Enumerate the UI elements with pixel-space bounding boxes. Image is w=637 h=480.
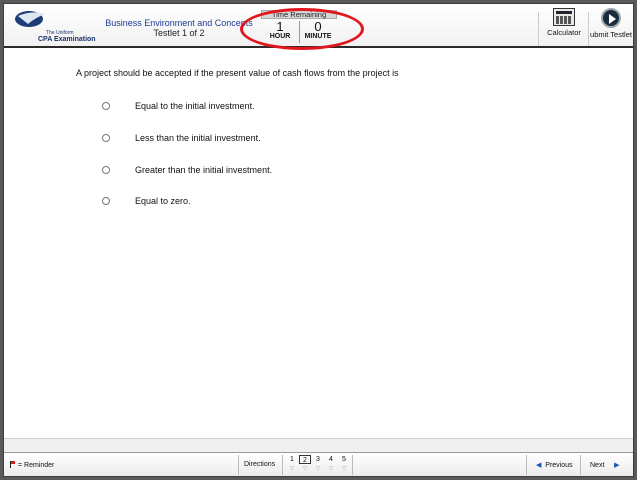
- header-bar: The Uniform CPA Examination Business Env…: [4, 4, 633, 50]
- reminder-label: = Reminder: [18, 462, 55, 469]
- exam-window: The Uniform CPA Examination Business Env…: [3, 3, 634, 477]
- testlet-indicator: Testlet 1 of 2: [153, 28, 205, 38]
- answer-option-label[interactable]: Less than the initial investment.: [135, 133, 261, 143]
- answer-option-label[interactable]: Equal to the initial investment.: [135, 101, 255, 111]
- logo-line2: CPA Examination: [38, 36, 96, 43]
- reminder-legend: = Reminder: [10, 461, 54, 469]
- footer-divider: [238, 455, 239, 475]
- flag-marker-icon: ▽: [289, 466, 295, 472]
- question-nav-2[interactable]: 2 ▽: [299, 455, 311, 474]
- question-number: 5: [342, 456, 346, 463]
- submit-arrow-icon: [601, 8, 621, 28]
- submit-testlet-label: Submit Testlet: [590, 30, 632, 39]
- question-nav-4[interactable]: 4 ▽: [325, 455, 337, 474]
- previous-button[interactable]: ◀ Previous: [536, 461, 573, 469]
- radio-button[interactable]: [102, 166, 110, 174]
- next-button[interactable]: Next ▶: [590, 461, 620, 469]
- chevron-left-icon: ◀: [536, 462, 542, 469]
- question-number: 2: [299, 455, 311, 464]
- question-nav-1[interactable]: 1 ▽: [286, 455, 298, 474]
- flag-marker-icon: ▽: [302, 466, 308, 472]
- question-nav-5[interactable]: 5 ▽: [338, 455, 350, 474]
- directions-button[interactable]: Directions: [244, 461, 275, 468]
- footer-divider: [580, 455, 581, 475]
- footer-strip: [4, 438, 633, 452]
- footer-bar: = Reminder Directions 1 ▽ 2 ▽ 3 ▽ 4 ▽ 5 …: [4, 452, 633, 476]
- previous-label: Previous: [545, 462, 573, 469]
- toolbar-divider: [588, 12, 589, 46]
- flag-marker-icon: ▽: [341, 466, 347, 472]
- cpa-exam-logo: The Uniform CPA Examination: [12, 8, 102, 46]
- submit-testlet-button[interactable]: Submit Testlet: [590, 8, 632, 39]
- flag-marker-icon: ▽: [315, 466, 321, 472]
- question-number: 4: [329, 456, 333, 463]
- question-nav-3[interactable]: 3 ▽: [312, 455, 324, 474]
- toolbar-divider: [538, 12, 539, 46]
- radio-button[interactable]: [102, 197, 110, 205]
- exam-section-title: Business Environment and Concepts: [105, 18, 253, 28]
- footer-divider: [352, 455, 353, 475]
- flag-marker-icon: ▽: [328, 466, 334, 472]
- calculator-button[interactable]: Calculator: [542, 8, 586, 37]
- question-text: A project should be accepted if the pres…: [76, 68, 399, 78]
- timer-highlight-circle: [240, 8, 364, 50]
- calculator-label: Calculator: [547, 28, 581, 37]
- radio-button[interactable]: [102, 102, 110, 110]
- answer-option-label[interactable]: Greater than the initial investment.: [135, 165, 272, 175]
- flag-icon: [10, 461, 15, 468]
- footer-divider: [282, 455, 283, 475]
- chevron-right-icon: ▶: [614, 462, 620, 469]
- radio-button[interactable]: [102, 134, 110, 142]
- question-number: 3: [316, 456, 320, 463]
- next-label: Next: [590, 462, 605, 469]
- question-number: 1: [290, 456, 294, 463]
- footer-divider: [526, 455, 527, 475]
- logo-emblem-icon: [15, 11, 46, 27]
- calculator-icon: [553, 8, 575, 26]
- answer-option-label[interactable]: Equal to zero.: [135, 196, 191, 206]
